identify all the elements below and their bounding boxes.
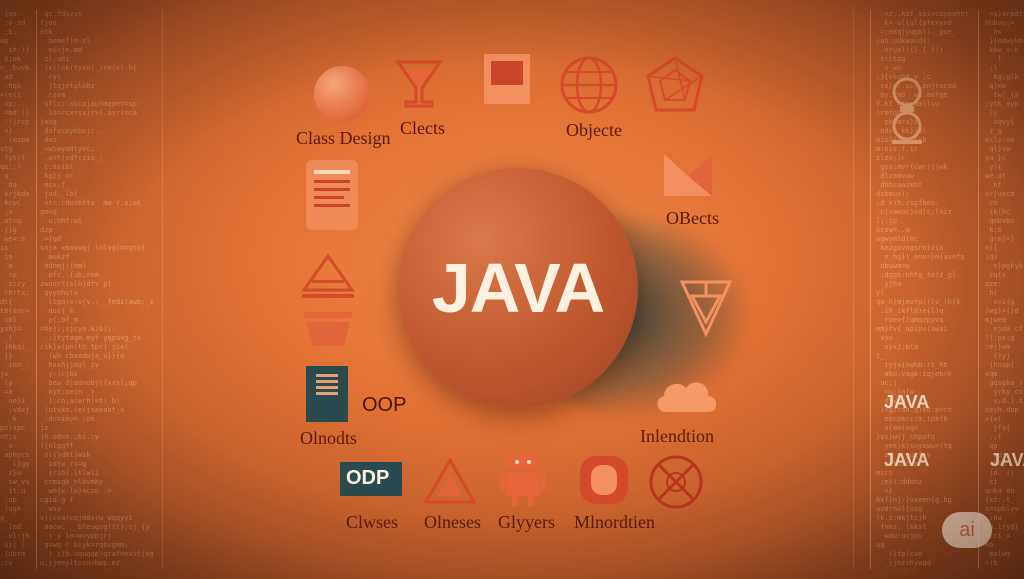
globe-icon [558, 54, 620, 116]
label-odp: ODP [346, 467, 389, 490]
sphere-icon [312, 64, 372, 124]
side-java-3: JAVA [990, 450, 1024, 471]
hero-title: JAVA [398, 248, 638, 328]
side-java-1: JAVA [884, 392, 929, 413]
ai-badge-label: ai [959, 519, 975, 542]
divider-right-2 [978, 10, 979, 569]
crossed-circle-icon [648, 454, 704, 510]
cloud-icon [652, 374, 722, 416]
code-column-left-1: {sa ;v_zd ;b; wp sh;)}t b;uk n_.buvk ad … [0, 10, 30, 569]
label-mlnordtien: Mlnordtien [574, 512, 655, 533]
label-glyyers: Glyyers [498, 512, 555, 533]
bowl-icon [300, 310, 356, 350]
network-icon [642, 54, 708, 120]
label-clwses: Clwses [346, 512, 398, 533]
divider-right-1 [870, 10, 871, 569]
pyramid-icon [424, 458, 476, 504]
label-inlendtion: Inlendtion [640, 426, 714, 447]
divider-left [36, 10, 37, 569]
code-column-left-2: qc.fdxzvx fjno etk bemef)m:zl m{uje.md z… [40, 10, 160, 569]
label-olnodts: Olnodts [300, 428, 357, 449]
server-icon [306, 366, 348, 422]
label-objects: OBects [666, 208, 719, 229]
document-icon [304, 158, 360, 232]
side-java-2: JAVA [884, 450, 929, 471]
android-icon [500, 452, 546, 506]
box-icon [482, 52, 532, 106]
divider-left-2 [162, 10, 163, 569]
divider-right-3 [853, 10, 854, 569]
label-class-design: Class Design [296, 128, 391, 149]
label-olneses: Olneses [424, 512, 481, 533]
diamond-triangle-icon [678, 278, 734, 338]
flag-icon [662, 152, 714, 198]
code-column-right-2: =g}arpdr hhbvo;= hs }{edwykm kkw_v.k l ;… [985, 10, 1024, 569]
ai-badge: ai [942, 512, 992, 548]
ring-icon [578, 454, 630, 506]
goblet-icon [392, 58, 446, 112]
label-oop: OOP [362, 394, 406, 417]
label-objecte: Objecte [566, 120, 622, 141]
hourglass-icon [886, 76, 928, 146]
label-clects: Clects [400, 118, 445, 139]
triangle-stack-icon [298, 252, 358, 302]
